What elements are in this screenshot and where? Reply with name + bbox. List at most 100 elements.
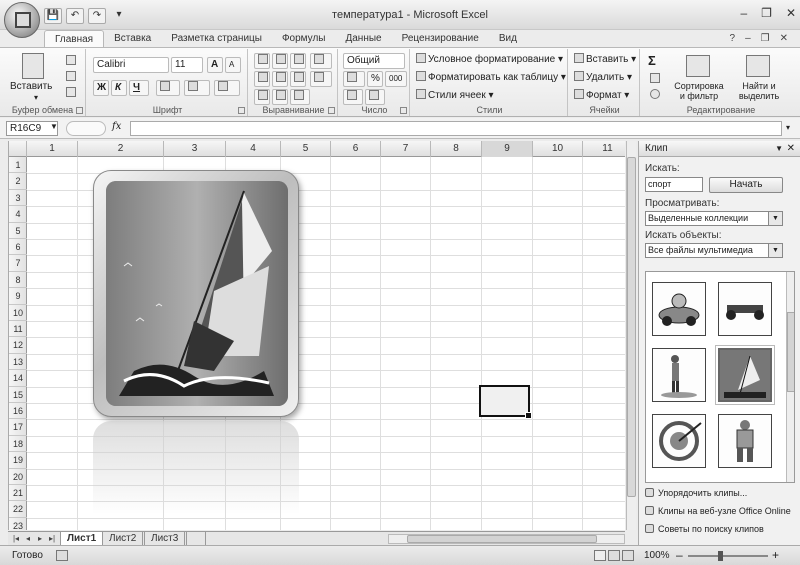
conditional-formatting-button[interactable]: Условное форматирование ▾ <box>416 53 563 65</box>
number-format-select[interactable]: Общий <box>343 53 405 69</box>
normal-view-icon[interactable] <box>594 550 606 561</box>
save-icon[interactable]: 💾 <box>44 8 62 24</box>
column-header[interactable]: 9 <box>482 141 533 157</box>
autosum-button[interactable]: Σ <box>648 53 656 68</box>
row-header[interactable]: 18 <box>9 436 27 453</box>
borders-button[interactable] <box>156 80 180 96</box>
column-header[interactable]: 6 <box>331 141 381 157</box>
last-sheet-button[interactable]: ▸| <box>47 534 57 544</box>
vertical-scrollbar[interactable] <box>626 141 636 530</box>
sheet-tab-2[interactable]: Лист2 <box>102 532 144 546</box>
font-color-button[interactable] <box>214 80 240 96</box>
formula-input[interactable] <box>130 121 782 136</box>
insert-function-button[interactable]: fx <box>112 121 121 132</box>
paste-icon[interactable] <box>22 53 44 79</box>
row-header[interactable]: 12 <box>9 337 27 354</box>
row-header[interactable]: 10 <box>9 305 27 321</box>
wrap-text-button[interactable] <box>310 53 332 69</box>
golfer-clip[interactable] <box>652 348 706 402</box>
sheet-tab-1[interactable]: Лист1 <box>60 532 104 546</box>
search-go-button[interactable]: Начать <box>709 177 783 193</box>
name-box-dropdown-icon[interactable]: ▼ <box>50 122 58 131</box>
office-button[interactable] <box>4 2 40 38</box>
percent-button[interactable]: % <box>367 71 383 87</box>
results-scrollbar[interactable] <box>786 272 794 482</box>
format-cells-button[interactable]: Формат ▾ <box>574 89 629 101</box>
sailboat-clip-art[interactable] <box>93 170 299 417</box>
column-header[interactable]: 11 <box>583 141 625 157</box>
paste-button[interactable]: Вставить <box>10 81 52 92</box>
font-name-select[interactable]: Calibri <box>93 57 169 73</box>
organize-clips-link[interactable]: Упорядочить клипы... <box>645 488 747 498</box>
prev-sheet-button[interactable]: ◂ <box>23 534 33 544</box>
sort-filter-icon[interactable] <box>686 55 710 77</box>
column-header[interactable]: 4 <box>226 141 281 157</box>
orientation-button[interactable] <box>290 89 310 105</box>
maximize-button[interactable]: ❐ <box>761 6 772 20</box>
row-header[interactable]: 17 <box>9 419 27 436</box>
workbook-restore-button[interactable]: ❐ <box>761 33 770 44</box>
increase-decimal-button[interactable] <box>343 89 363 105</box>
tab-formulas[interactable]: Формулы <box>272 30 336 48</box>
next-sheet-button[interactable]: ▸ <box>35 534 45 544</box>
zoom-in-button[interactable]: + <box>772 548 779 562</box>
alignment-launcher-icon[interactable] <box>328 107 335 114</box>
undo-icon[interactable]: ↶ <box>66 8 84 24</box>
worksheet-grid[interactable]: 1 2 3 4 5 6 7 8 9 10 11 1 2 3 4 5 6 7 8 9 10 11 12 13 14 15 16 17 1… <box>8 141 625 530</box>
search-tips-link[interactable]: Советы по поиску клипов <box>645 524 764 534</box>
pane-options-icon[interactable]: ▼ <box>775 141 783 157</box>
row-header[interactable]: 9 <box>9 288 27 305</box>
first-sheet-button[interactable]: |◂ <box>11 534 21 544</box>
search-input[interactable]: спорт <box>645 177 703 192</box>
horizontal-scroll-thumb[interactable] <box>407 535 597 543</box>
page-break-view-icon[interactable] <box>622 550 634 561</box>
format-painter-icon[interactable] <box>66 87 76 97</box>
number-launcher-icon[interactable] <box>400 107 407 114</box>
merge-cells-button[interactable] <box>310 71 332 87</box>
insert-cells-button[interactable]: Вставить ▾ <box>574 53 636 65</box>
underline-button[interactable]: Ч <box>129 80 149 96</box>
delete-cells-button[interactable]: Удалить ▾ <box>574 71 632 83</box>
sailboat-clip-selected[interactable] <box>715 345 775 405</box>
macro-record-icon[interactable] <box>56 550 68 561</box>
office-online-link[interactable]: Клипы на веб-узле Office Online <box>645 506 791 516</box>
target-arrow-clip[interactable] <box>652 414 706 468</box>
row-header[interactable]: 11 <box>9 321 27 338</box>
thousands-button[interactable]: 000 <box>385 71 407 87</box>
zoom-level[interactable]: 100% <box>644 550 670 561</box>
row-header[interactable]: 5 <box>9 223 27 239</box>
workbook-close-button[interactable]: ✕ <box>780 33 788 44</box>
column-header[interactable]: 3 <box>164 141 226 157</box>
copy-icon[interactable] <box>66 71 76 81</box>
find-select-button[interactable]: Найти и выделить <box>730 81 788 101</box>
tab-page-layout[interactable]: Разметка страницы <box>161 30 272 48</box>
column-header[interactable]: 8 <box>431 141 482 157</box>
help-icon[interactable]: ? <box>730 33 736 44</box>
fill-icon[interactable] <box>650 73 660 83</box>
shrink-font-button[interactable]: A <box>225 57 241 73</box>
race-car-cartoon-clip[interactable] <box>652 282 706 336</box>
active-cell[interactable] <box>479 385 532 419</box>
row-header[interactable]: 21 <box>9 485 27 502</box>
zoom-slider[interactable] <box>688 555 768 557</box>
minimize-button[interactable]: – <box>740 6 747 20</box>
hiker-clip[interactable] <box>718 414 772 468</box>
clipboard-launcher-icon[interactable] <box>76 107 83 114</box>
font-launcher-icon[interactable] <box>238 107 245 114</box>
workbook-minimize-button[interactable]: – <box>745 33 751 44</box>
tab-data[interactable]: Данные <box>335 30 391 48</box>
collections-select[interactable]: Выделенные коллекции <box>645 211 783 226</box>
italic-button[interactable]: К <box>111 80 127 96</box>
currency-button[interactable] <box>343 71 365 87</box>
tab-review[interactable]: Рецензирование <box>392 30 489 48</box>
bold-button[interactable]: Ж <box>93 80 109 96</box>
column-header[interactable]: 1 <box>27 141 78 157</box>
cut-icon[interactable] <box>66 55 76 65</box>
row-header[interactable]: 16 <box>9 403 27 420</box>
results-scroll-thumb[interactable] <box>787 312 794 392</box>
page-layout-view-icon[interactable] <box>608 550 620 561</box>
column-header[interactable]: 10 <box>533 141 583 157</box>
align-top-button[interactable] <box>254 53 270 69</box>
cell-styles-button[interactable]: Стили ячеек ▾ <box>416 89 494 101</box>
fill-color-button[interactable] <box>184 80 210 96</box>
